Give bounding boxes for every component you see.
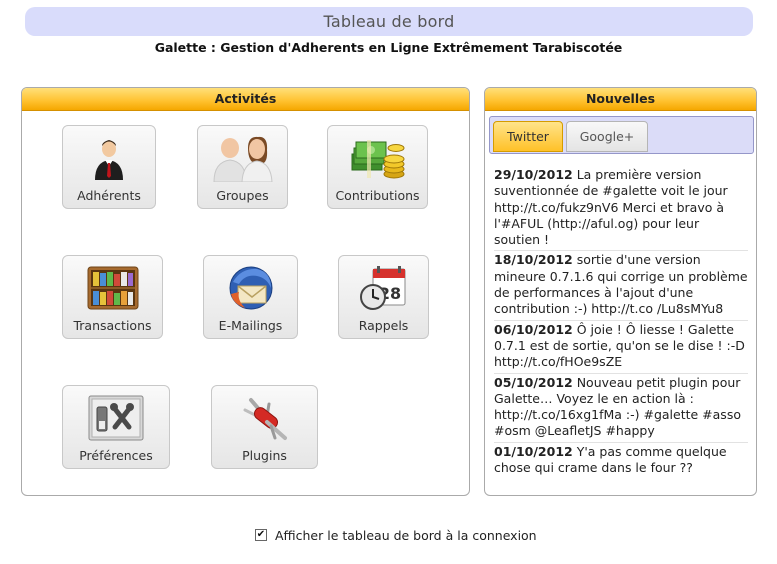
- tile-plugins[interactable]: Plugins: [211, 385, 318, 469]
- news-item: 01/10/2012 Y'a pas comme quelque chose q…: [494, 443, 748, 479]
- transactions-icon: [63, 264, 162, 312]
- news-header: Nouvelles: [485, 88, 756, 111]
- news-panel: Nouvelles Twitter Google+ 29/10/2012 La …: [484, 87, 757, 496]
- tab-twitter[interactable]: Twitter: [493, 121, 563, 152]
- tab-google-plus[interactable]: Google+: [566, 121, 648, 152]
- email-icon: [204, 264, 297, 312]
- activities-panel: Activités Adhérents Groupes Contribution…: [21, 87, 470, 496]
- tile-preferences[interactable]: Préférences: [62, 385, 170, 469]
- tile-label: Préférences: [79, 448, 153, 463]
- member-icon: [63, 134, 155, 182]
- news-item: 29/10/2012 La première version suvention…: [494, 166, 748, 252]
- tile-rappels[interactable]: 28 Rappels: [338, 255, 429, 339]
- tile-label: Adhérents: [77, 188, 141, 203]
- plugins-icon: [212, 394, 317, 442]
- news-date: 05/10/2012: [494, 374, 573, 390]
- tile-adherents[interactable]: Adhérents: [62, 125, 156, 209]
- contributions-icon: [328, 134, 427, 182]
- news-item: 06/10/2012 Ô joie ! Ô liesse ! Galette 0…: [494, 321, 748, 374]
- tile-label: Transactions: [73, 318, 152, 333]
- news-item: 05/10/2012 Nouveau petit plugin pour Gal…: [494, 374, 748, 443]
- groups-icon: [198, 134, 287, 182]
- tile-groupes[interactable]: Groupes: [197, 125, 288, 209]
- page-title: Tableau de bord: [25, 7, 753, 36]
- preferences-icon: [63, 394, 169, 442]
- news-list: 29/10/2012 La première version suvention…: [494, 166, 748, 478]
- news-tabs: Twitter Google+: [489, 116, 754, 154]
- news-date: 29/10/2012: [494, 167, 573, 182]
- tile-label: Rappels: [358, 318, 409, 333]
- activities-header: Activités: [22, 88, 469, 111]
- news-item: 18/10/2012 sortie d'une version mineure …: [494, 251, 748, 321]
- calendar-clock-icon: 28: [339, 264, 428, 312]
- show-dashboard-option[interactable]: ✔ Afficher le tableau de bord à la conne…: [255, 526, 537, 544]
- tile-label: Plugins: [242, 448, 287, 463]
- show-dashboard-checkbox[interactable]: ✔: [255, 529, 267, 541]
- tile-label: Groupes: [216, 188, 269, 203]
- page-subtitle: Galette : Gestion d'Adherents en Ligne E…: [154, 40, 623, 55]
- news-date: 01/10/2012: [494, 443, 573, 459]
- tile-transactions[interactable]: Transactions: [62, 255, 163, 339]
- tile-label: E-Mailings: [218, 318, 283, 333]
- tile-emailings[interactable]: E-Mailings: [203, 255, 298, 339]
- show-dashboard-label: Afficher le tableau de bord à la connexi…: [275, 527, 537, 543]
- news-date: 18/10/2012: [494, 252, 573, 268]
- tile-contributions[interactable]: Contributions: [327, 125, 428, 209]
- tile-label: Contributions: [335, 188, 420, 203]
- news-date: 06/10/2012: [494, 321, 573, 337]
